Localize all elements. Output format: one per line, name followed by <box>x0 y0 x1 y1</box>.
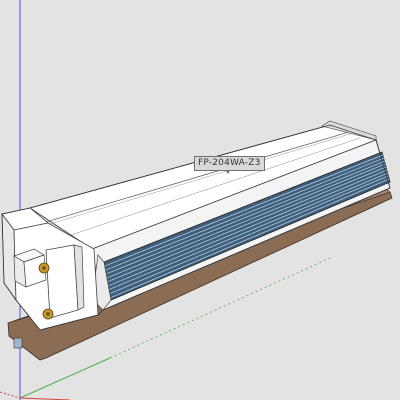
fan-coil-unit-icon[interactable] <box>0 0 400 400</box>
red-axis-dotted <box>0 391 21 399</box>
brass-fitting-upper-inner <box>42 266 46 270</box>
valve-housing <box>45 244 79 319</box>
drain-outlet-pipe <box>13 337 23 349</box>
model-label-tag[interactable]: FP-204WA-Z3 <box>194 156 265 171</box>
3d-model-viewport[interactable]: FP-204WA-Z3 <box>0 0 400 400</box>
green-axis <box>19 357 111 399</box>
brass-fitting-lower-inner <box>46 312 50 316</box>
